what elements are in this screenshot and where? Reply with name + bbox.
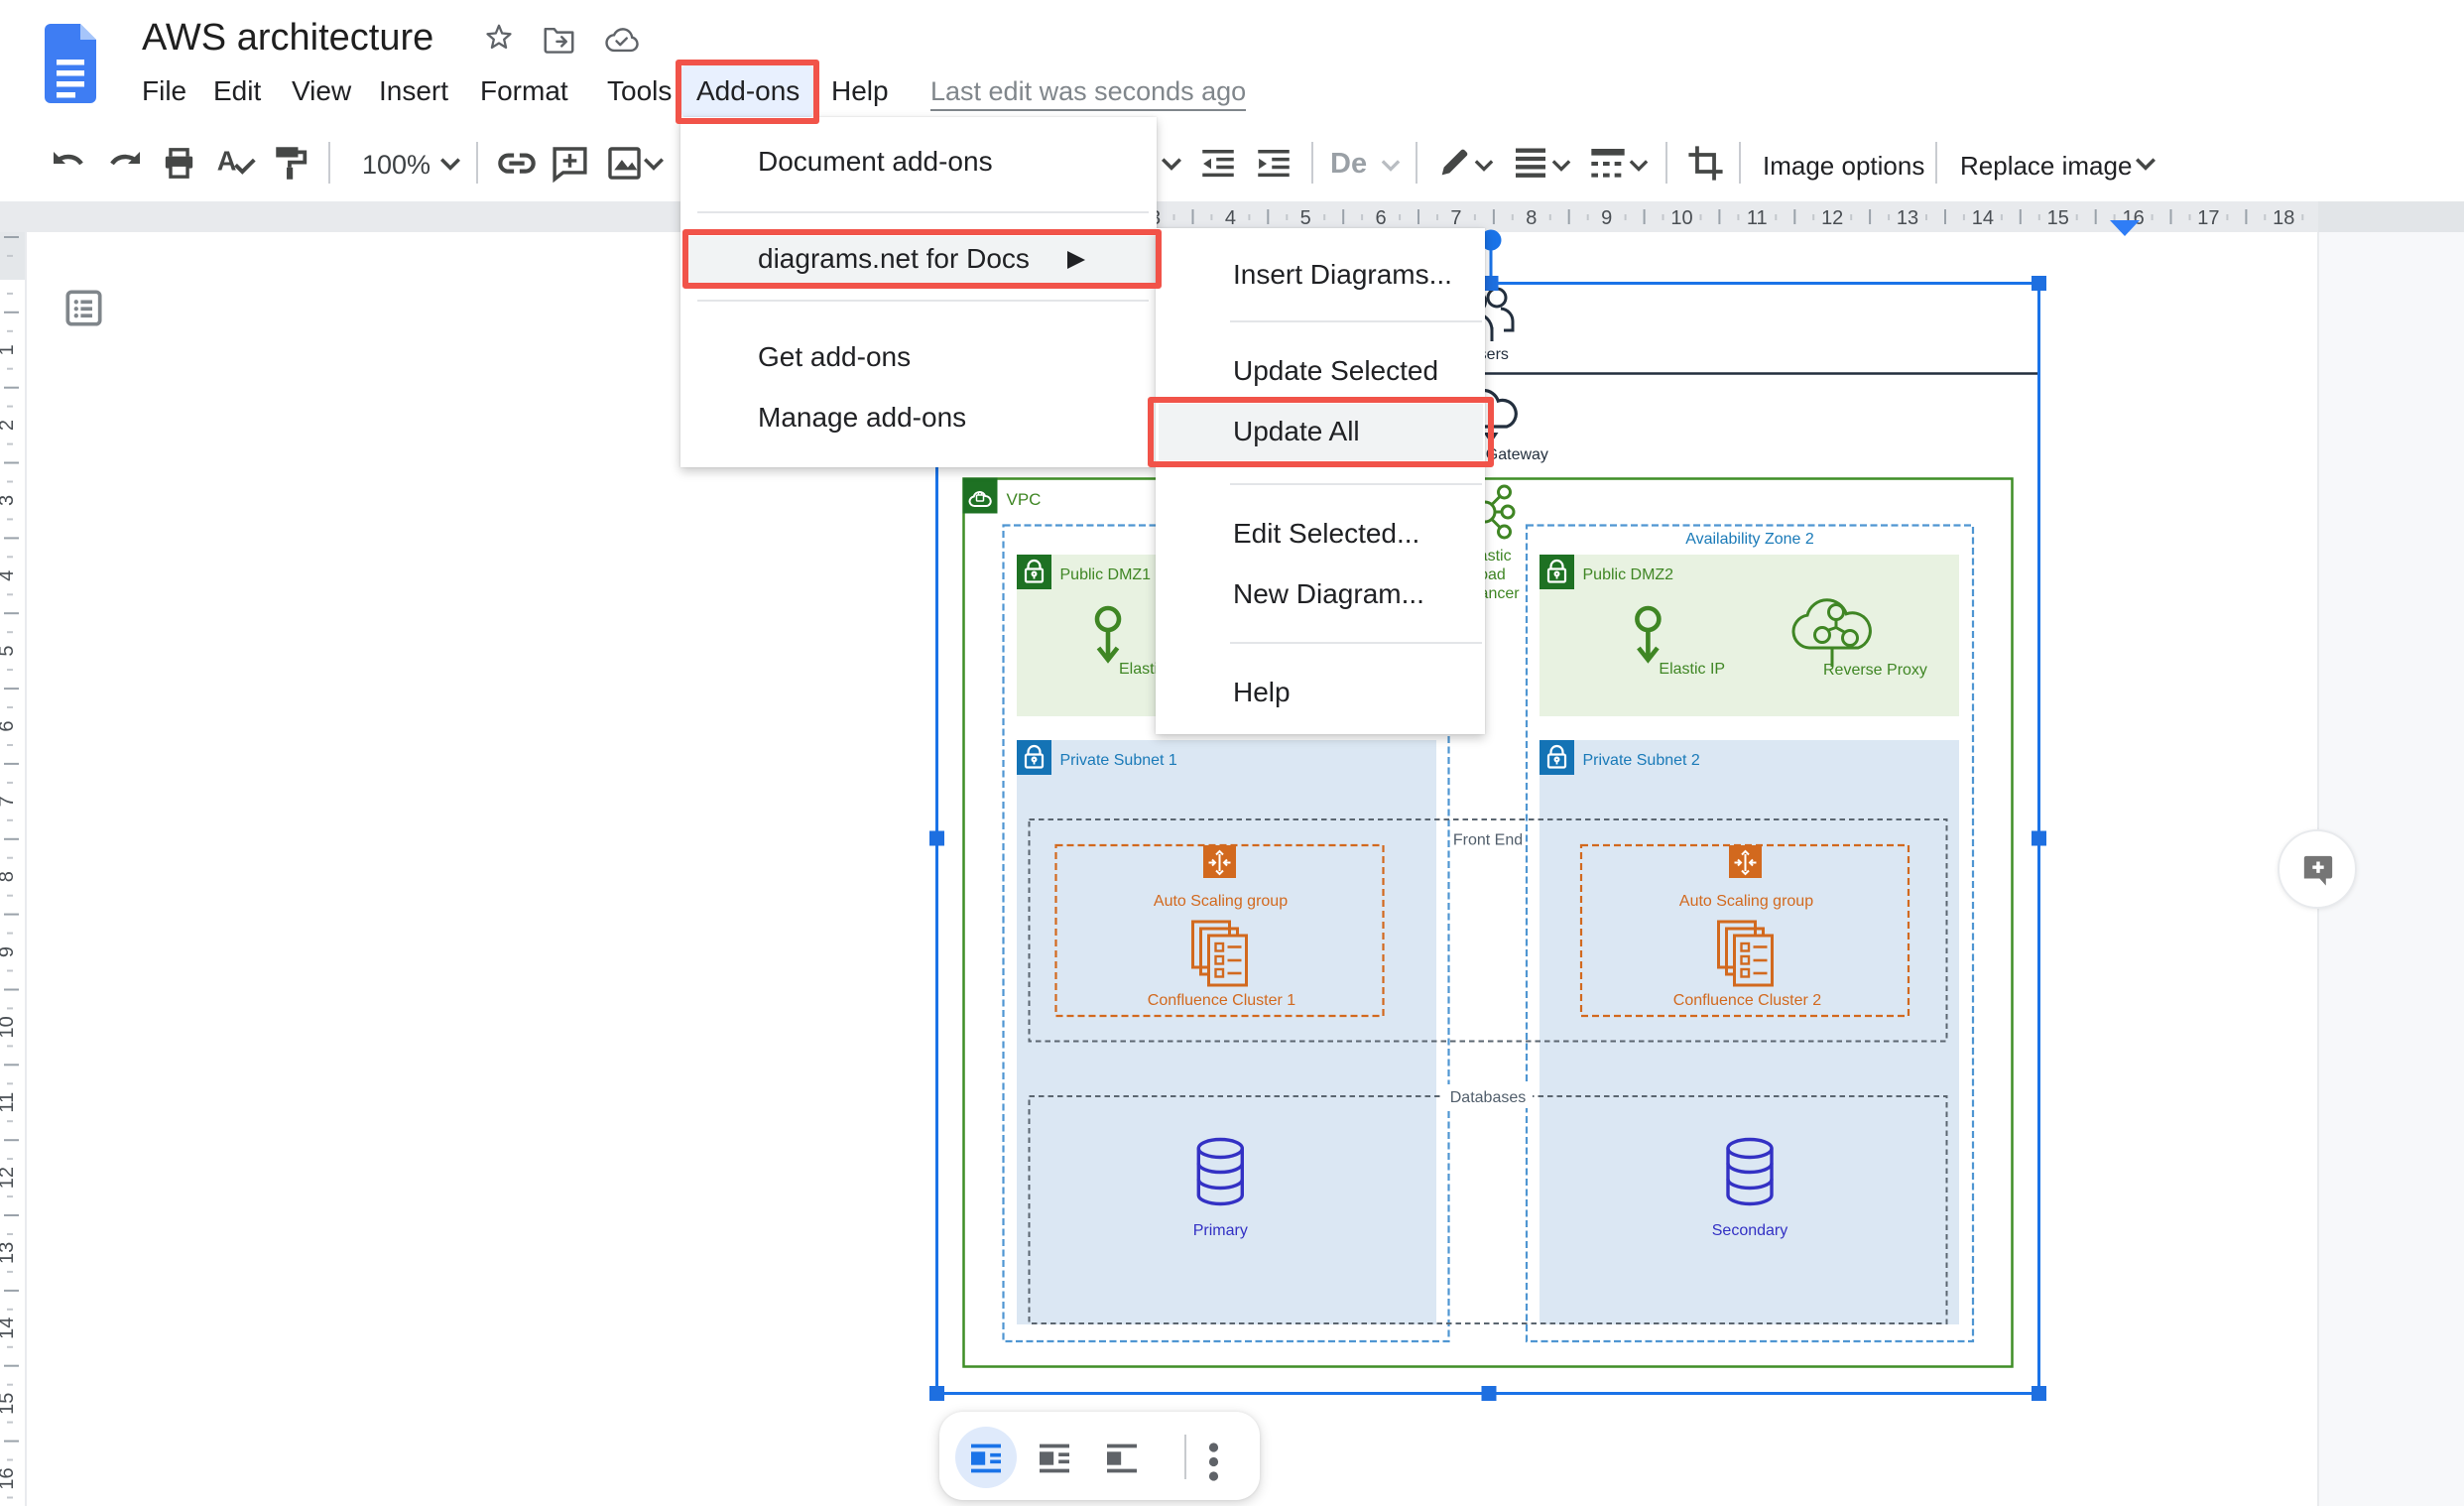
- svg-text:Private Subnet 1: Private Subnet 1: [1060, 752, 1177, 769]
- svg-text:Elastic IP: Elastic IP: [1659, 661, 1725, 678]
- svg-text:Public DMZ1: Public DMZ1: [1060, 566, 1152, 583]
- svg-text:Public DMZ2: Public DMZ2: [1583, 566, 1674, 583]
- svg-text:Secondary: Secondary: [1712, 1222, 1788, 1239]
- svg-text:Auto Scaling group: Auto Scaling group: [1154, 893, 1288, 910]
- svg-text:Primary: Primary: [1193, 1222, 1248, 1239]
- svg-text:Availability Zone 2: Availability Zone 2: [1685, 531, 1814, 548]
- svg-text:Reverse Proxy: Reverse Proxy: [1823, 662, 1927, 679]
- svg-text:VPC: VPC: [1007, 490, 1042, 509]
- svg-text:Confluence Cluster 2: Confluence Cluster 2: [1673, 992, 1822, 1009]
- svg-text:Auto Scaling group: Auto Scaling group: [1679, 893, 1813, 910]
- svg-text:Front End: Front End: [1453, 832, 1523, 849]
- svg-text:Private Subnet 2: Private Subnet 2: [1583, 752, 1700, 769]
- svg-text:Confluence Cluster 1: Confluence Cluster 1: [1148, 992, 1296, 1009]
- svg-text:Databases: Databases: [1450, 1089, 1527, 1106]
